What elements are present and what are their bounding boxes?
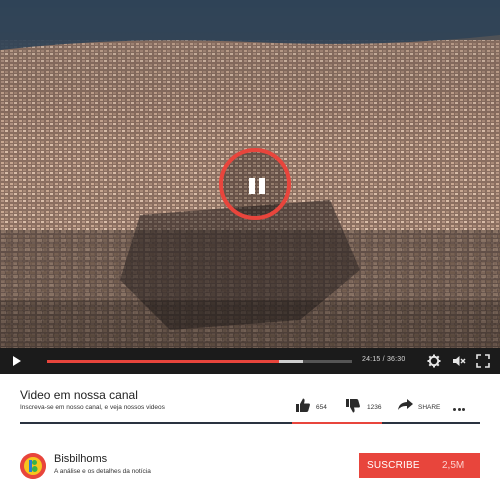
dislike-count: 1236 xyxy=(367,404,382,411)
dislike-button[interactable]: 1236 xyxy=(345,397,387,417)
share-label: SHARE xyxy=(418,404,441,411)
time-display: 24:15 / 36:30 xyxy=(362,356,406,363)
divider-accent xyxy=(292,422,382,424)
share-icon xyxy=(398,399,413,410)
section-divider xyxy=(20,422,480,424)
subscriber-count: 2,5M xyxy=(442,460,465,471)
pause-icon xyxy=(259,178,265,194)
volume-icon[interactable] xyxy=(452,354,466,368)
played-bar xyxy=(47,360,279,363)
like-count: 654 xyxy=(316,404,327,411)
play-icon[interactable] xyxy=(13,356,21,366)
video-title: Video em nossa canal xyxy=(20,388,138,402)
channel-logo-icon xyxy=(20,453,46,479)
player-control-bar: 24:15 / 36:30 xyxy=(0,348,500,374)
like-button[interactable]: 654 xyxy=(295,397,335,417)
subscribe-button[interactable]: SUSCRIBE 2,5M xyxy=(359,453,480,478)
share-button[interactable]: SHARE xyxy=(397,397,443,417)
more-icon xyxy=(453,408,456,411)
gear-icon[interactable] xyxy=(427,354,441,368)
pause-icon xyxy=(249,178,255,194)
more-icon xyxy=(457,408,461,411)
pause-button[interactable] xyxy=(219,148,291,220)
progress-bar[interactable] xyxy=(47,360,352,363)
channel-avatar[interactable] xyxy=(20,453,46,479)
more-icon xyxy=(462,408,465,411)
thumbs-up-icon xyxy=(296,398,310,412)
fullscreen-icon[interactable] xyxy=(476,354,490,368)
video-subtitle: Inscreva-se em nosso canal, e veja nosso… xyxy=(20,404,165,411)
thumbs-down-icon xyxy=(346,399,360,413)
video-frame[interactable] xyxy=(0,0,500,348)
channel-description: A análise e os detalhes da notícia xyxy=(54,468,151,475)
subscribe-label: SUSCRIBE xyxy=(367,460,420,471)
more-button[interactable] xyxy=(453,408,465,412)
channel-name[interactable]: Bisbilhoms xyxy=(54,453,107,465)
